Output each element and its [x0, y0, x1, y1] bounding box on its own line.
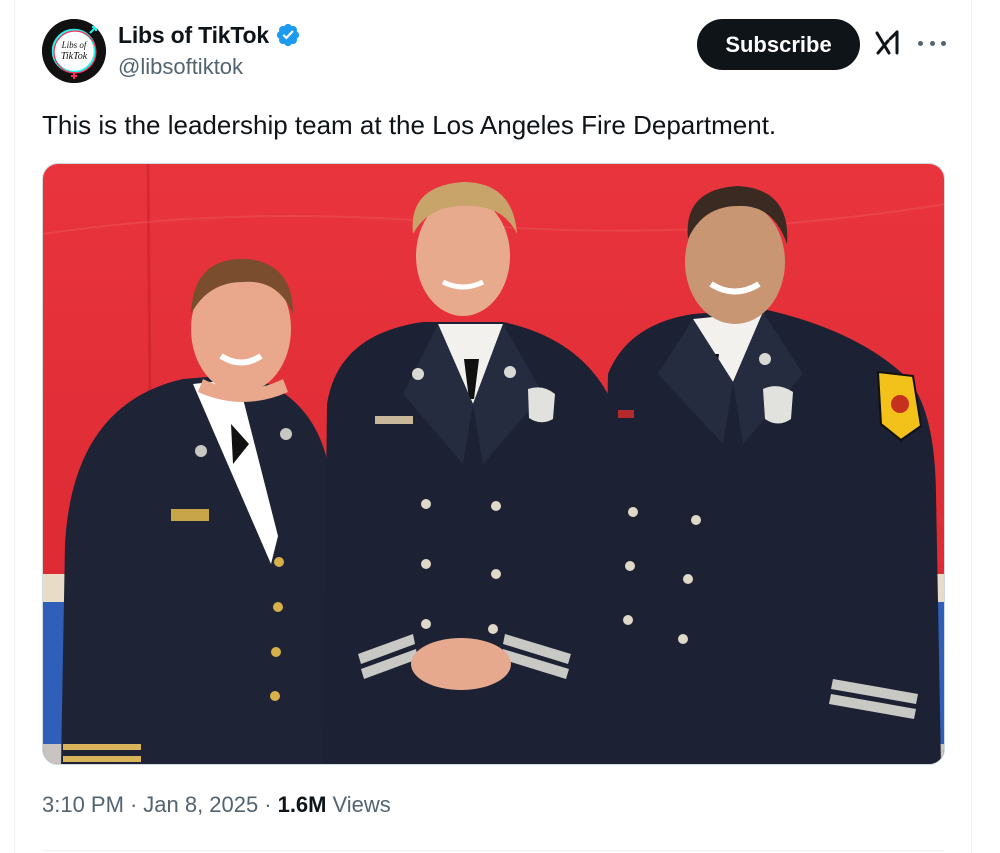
- tweet-text: This is the leadership team at the Los A…: [42, 110, 777, 140]
- avatar-text-2: TikTok: [61, 51, 88, 62]
- tweet-meta: 3:10 PM · Jan 8, 2025 · 1.6M Views: [42, 792, 391, 818]
- grok-icon[interactable]: [874, 27, 902, 59]
- more-icon[interactable]: [918, 33, 946, 53]
- libs-of-tiktok-logo-icon: Libs of TikTok: [42, 19, 106, 83]
- views-label: Views: [332, 792, 391, 817]
- display-name[interactable]: Libs of TikTok: [118, 22, 269, 49]
- photo-three-uniformed-officers-icon: [43, 164, 944, 764]
- divider: [42, 850, 945, 851]
- more-dot: [941, 40, 946, 46]
- author-name-row[interactable]: Libs of TikTok: [118, 19, 301, 51]
- tweet-date[interactable]: Jan 8, 2025: [143, 792, 258, 818]
- handle[interactable]: @libsoftiktok: [118, 54, 243, 80]
- verified-badge-icon[interactable]: [275, 22, 301, 48]
- avatar[interactable]: Libs of TikTok: [42, 19, 106, 83]
- views-count: 1.6M: [277, 792, 327, 817]
- meta-separator: ·: [129, 792, 138, 817]
- tweet-time[interactable]: 3:10 PM: [42, 792, 124, 818]
- meta-separator: ·: [264, 792, 272, 817]
- avatar-text-1: Libs of: [61, 40, 88, 50]
- tweet-photo[interactable]: [42, 163, 945, 765]
- more-dot: [929, 40, 935, 46]
- more-dot: [918, 40, 923, 46]
- subscribe-button[interactable]: Subscribe: [697, 19, 860, 70]
